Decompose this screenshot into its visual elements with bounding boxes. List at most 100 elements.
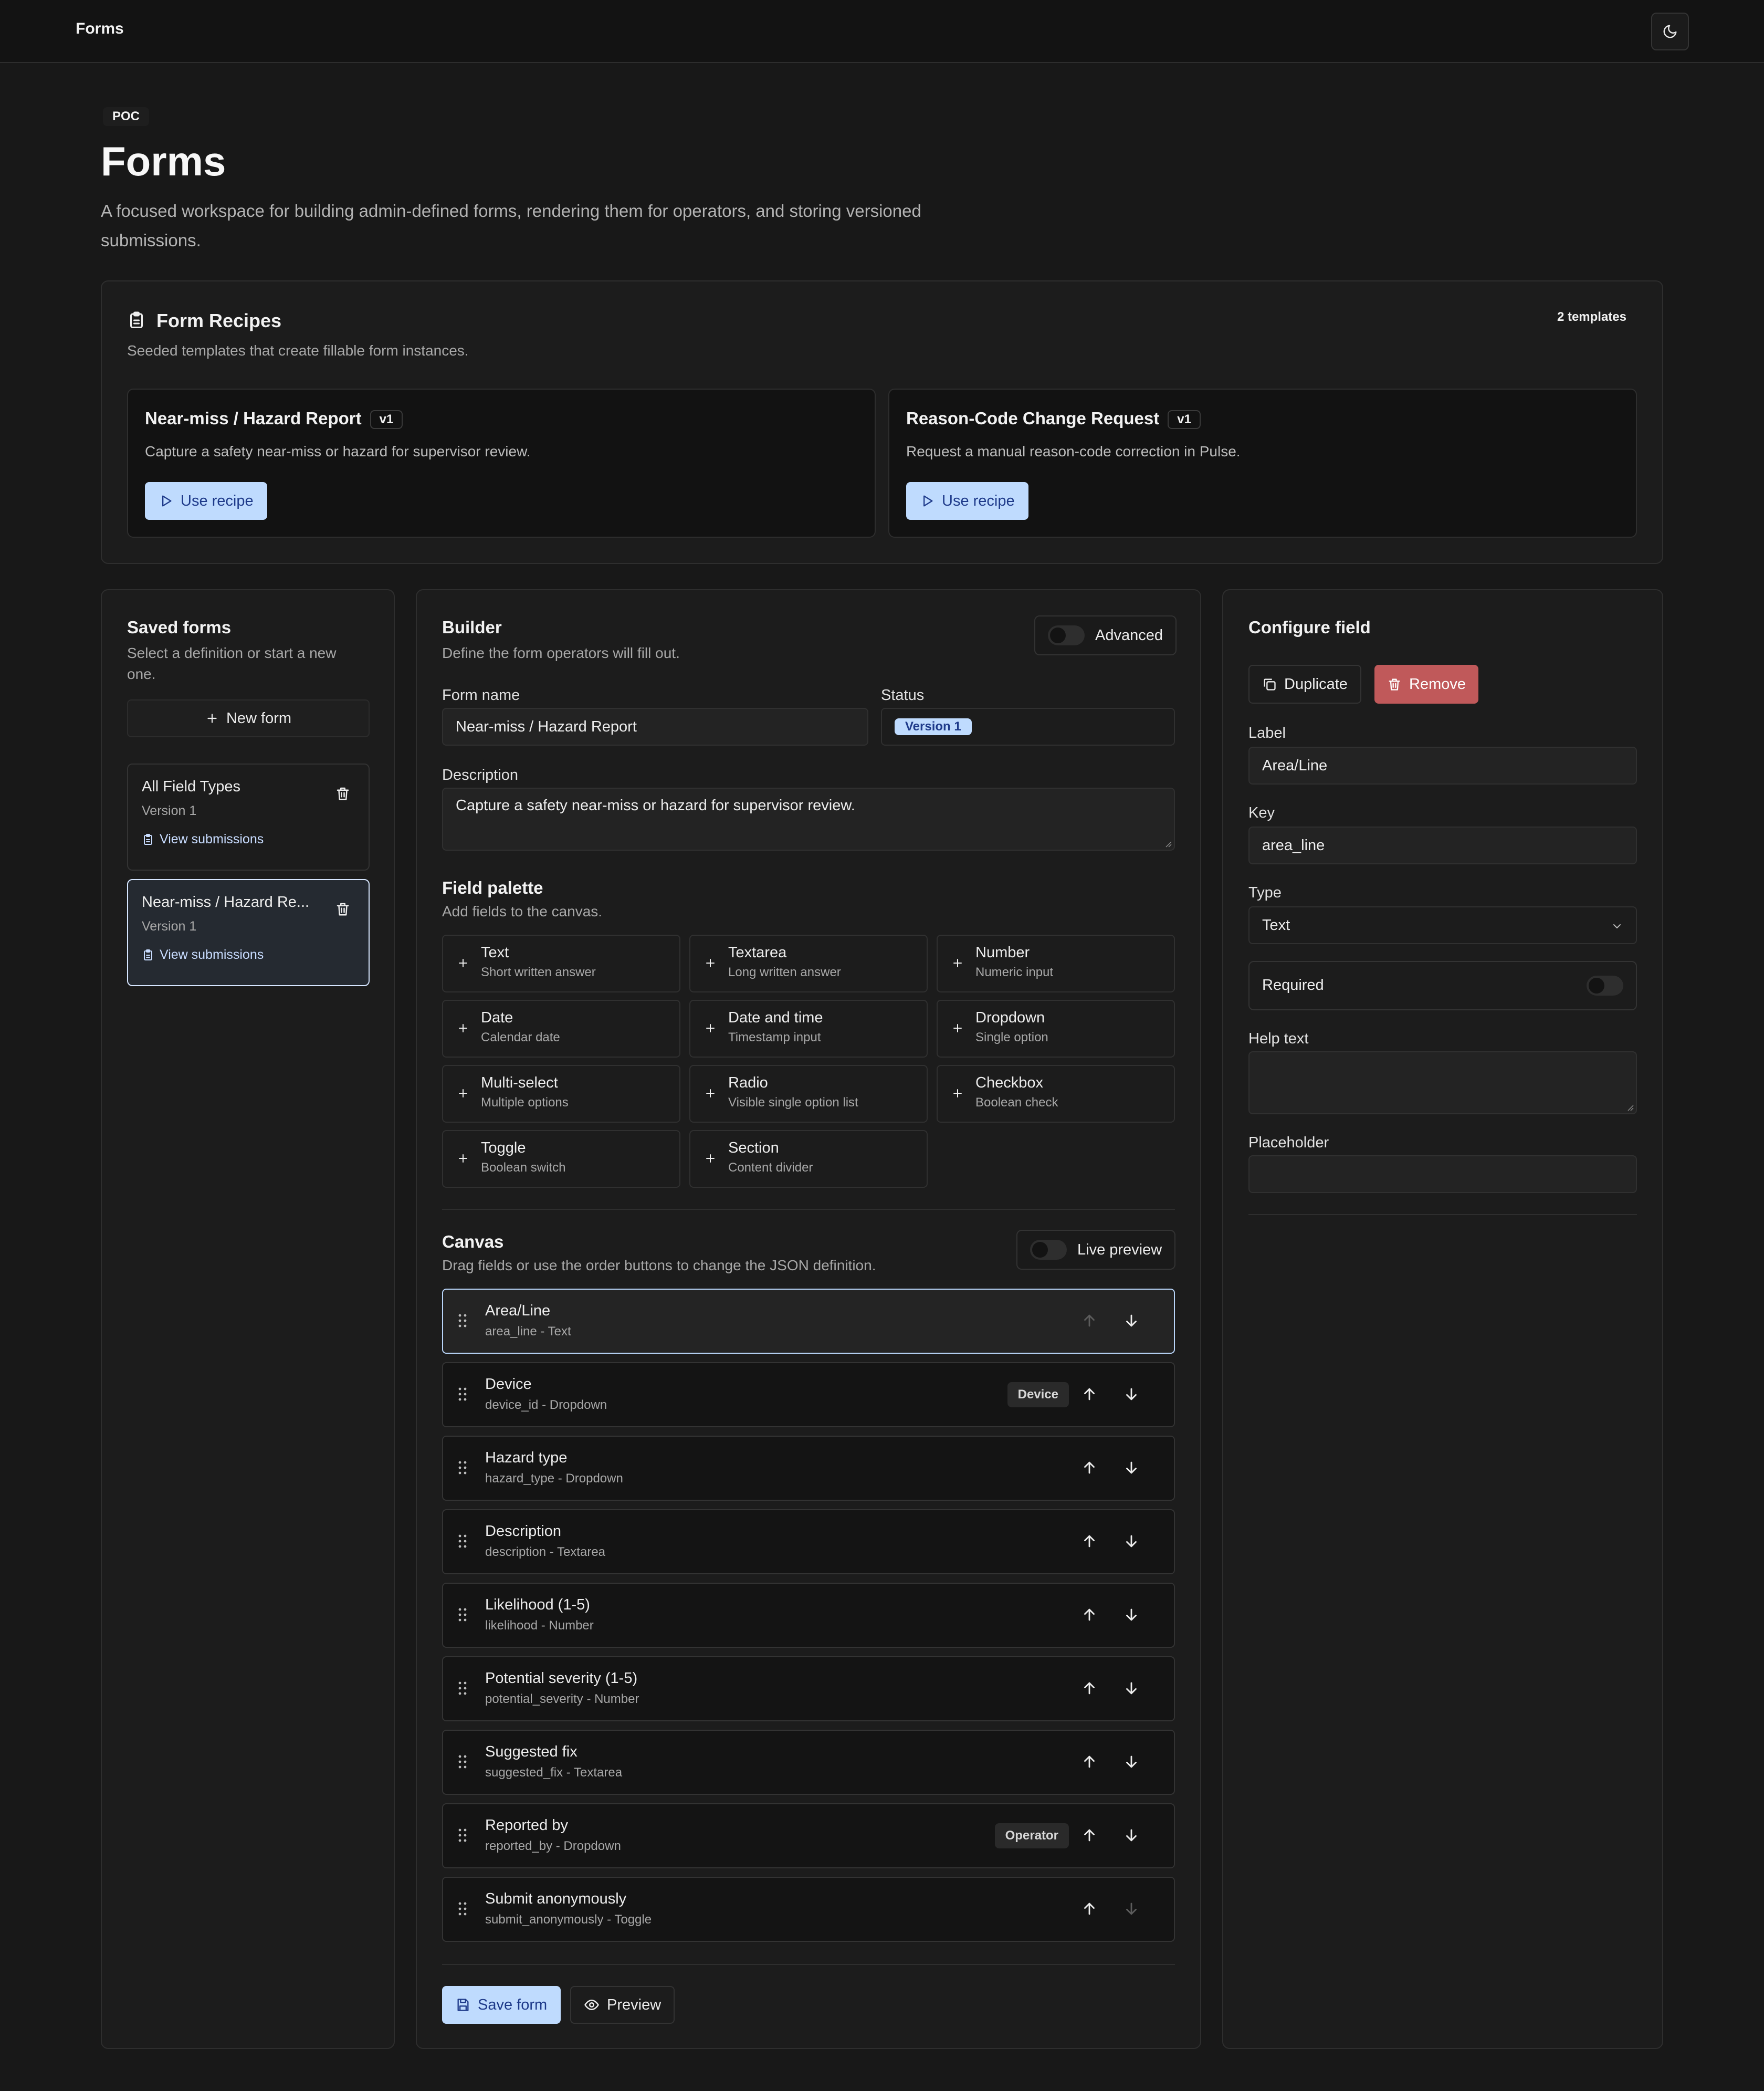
preview-button[interactable]: Preview (570, 1986, 675, 2024)
canvas-field-row[interactable]: Hazard type hazard_type - Dropdown (442, 1436, 1175, 1501)
new-form-button[interactable]: New form (127, 699, 370, 737)
required-toggle[interactable]: Required (1248, 961, 1637, 1010)
use-recipe-button[interactable]: Use recipe (906, 482, 1028, 520)
eye-icon (584, 1997, 600, 2013)
trash-icon (1387, 677, 1402, 692)
palette-item-dropdown[interactable]: Dropdown Single option (937, 1000, 1175, 1058)
move-down-icon[interactable] (1122, 1606, 1140, 1624)
move-down-icon[interactable] (1122, 1679, 1140, 1697)
form-name-input[interactable]: Near-miss / Hazard Report (442, 708, 868, 746)
move-up-icon[interactable] (1080, 1532, 1098, 1550)
palette-item-radio[interactable]: Radio Visible single option list (689, 1065, 928, 1123)
label-input[interactable]: Area/Line (1248, 747, 1637, 785)
move-up-icon[interactable] (1080, 1826, 1098, 1844)
palette-item-date[interactable]: Date Calendar date (442, 1000, 680, 1058)
status-field: Version 1 (881, 708, 1175, 746)
type-field-label: Type (1248, 884, 1282, 901)
palette-item-number[interactable]: Number Numeric input (937, 935, 1175, 992)
move-up-icon[interactable] (1080, 1679, 1098, 1697)
move-down-icon[interactable] (1122, 1459, 1140, 1477)
save-icon (456, 1998, 470, 2012)
description-textarea[interactable]: Capture a safety near-miss or hazard for… (442, 788, 1175, 851)
resize-handle-icon[interactable] (1163, 839, 1172, 848)
builder-subtitle: Define the form operators will fill out. (442, 645, 680, 661)
drag-handle-icon[interactable] (458, 1460, 467, 1476)
move-down-icon[interactable] (1122, 1826, 1140, 1844)
drag-handle-icon[interactable] (458, 1680, 467, 1696)
canvas-field-row[interactable]: Suggested fix suggested_fix - Textarea (442, 1730, 1175, 1795)
canvas-field-row[interactable]: Device device_id - Dropdown Device (442, 1362, 1175, 1427)
type-select[interactable]: Text (1248, 906, 1637, 944)
help-text-textarea[interactable] (1248, 1051, 1637, 1114)
delete-form-button[interactable] (335, 786, 351, 801)
palette-item-title: Number (975, 944, 1030, 961)
move-down-icon[interactable] (1122, 1900, 1140, 1918)
saved-form-item[interactable]: Near-miss / Hazard Re... Version 1 View … (127, 879, 370, 986)
duplicate-button[interactable]: Duplicate (1248, 665, 1361, 704)
canvas-field-row[interactable]: Potential severity (1-5) potential_severi… (442, 1656, 1175, 1721)
palette-item-date-and-time[interactable]: Date and time Timestamp input (689, 1000, 928, 1058)
palette-item-checkbox[interactable]: Checkbox Boolean check (937, 1065, 1175, 1123)
toggle-switch[interactable] (1587, 976, 1623, 996)
drag-handle-icon[interactable] (458, 1607, 467, 1623)
save-form-button[interactable]: Save form (442, 1986, 561, 2024)
move-up-icon[interactable] (1080, 1900, 1098, 1918)
drag-handle-icon[interactable] (458, 1386, 467, 1402)
advanced-toggle[interactable]: Advanced (1034, 615, 1177, 655)
live-preview-toggle[interactable]: Live preview (1016, 1230, 1176, 1270)
theme-toggle-button[interactable] (1651, 13, 1689, 50)
key-input[interactable]: area_line (1248, 827, 1637, 864)
palette-item-textarea[interactable]: Textarea Long written answer (689, 935, 928, 992)
move-up-icon[interactable] (1080, 1753, 1098, 1771)
move-up-icon[interactable] (1080, 1459, 1098, 1477)
saved-form-item[interactable]: All Field Types Version 1 View submissio… (127, 764, 370, 871)
saved-forms-title: Saved forms (127, 618, 232, 637)
plus-icon (704, 1087, 717, 1100)
palette-item-toggle[interactable]: Toggle Boolean switch (442, 1130, 680, 1188)
move-down-icon[interactable] (1122, 1312, 1140, 1330)
canvas-title: Canvas (442, 1232, 504, 1251)
divider (442, 1209, 1175, 1210)
drag-handle-icon[interactable] (458, 1827, 467, 1843)
palette-item-section[interactable]: Section Content divider (689, 1130, 928, 1188)
move-up-icon[interactable] (1080, 1606, 1098, 1624)
palette-item-text[interactable]: Text Short written answer (442, 935, 680, 992)
remove-button[interactable]: Remove (1374, 665, 1478, 704)
move-down-icon[interactable] (1122, 1532, 1140, 1550)
divider (442, 1964, 1175, 1965)
recipe-description: Request a manual reason-code correction … (906, 443, 1241, 459)
form-recipes-panel: Form Recipes Seeded templates that creat… (101, 280, 1663, 564)
clipboard-icon (127, 311, 146, 330)
move-up-icon[interactable] (1080, 1385, 1098, 1403)
move-down-icon[interactable] (1122, 1385, 1140, 1403)
canvas-field-row[interactable]: Reported by reported_by - Dropdown Operato… (442, 1803, 1175, 1868)
drag-handle-icon[interactable] (458, 1533, 467, 1549)
move-down-icon[interactable] (1122, 1753, 1140, 1771)
palette-item-title: Section (728, 1139, 779, 1156)
canvas-field-row[interactable]: Submit anonymously submit_anonymously - T… (442, 1877, 1175, 1942)
canvas-field-row[interactable]: Likelihood (1-5) likelihood - Number (442, 1583, 1175, 1648)
field-meta: potential_severity - Number (485, 1692, 639, 1706)
recipes-count: 2 templates (1557, 310, 1626, 324)
plus-icon (951, 1087, 964, 1100)
move-up-icon[interactable] (1080, 1312, 1098, 1330)
view-submissions-link[interactable]: View submissions (142, 947, 264, 963)
drag-handle-icon[interactable] (458, 1754, 467, 1770)
drag-handle-icon[interactable] (458, 1901, 467, 1917)
field-label: Potential severity (1-5) (485, 1670, 638, 1687)
toggle-switch (1030, 1240, 1067, 1260)
drag-handle-icon[interactable] (458, 1313, 467, 1329)
saved-forms-panel: Saved forms Select a definition or start… (101, 589, 395, 2049)
field-palette-title: Field palette (442, 878, 543, 897)
resize-handle-icon[interactable] (1625, 1103, 1634, 1111)
placeholder-input[interactable] (1248, 1155, 1637, 1193)
page-title: Forms (101, 138, 226, 184)
canvas-field-row[interactable]: Area/Line area_line - Text (442, 1289, 1175, 1354)
palette-item-multi-select[interactable]: Multi-select Multiple options (442, 1065, 680, 1123)
status-label: Status (881, 687, 925, 704)
palette-item-title: Radio (728, 1074, 768, 1091)
use-recipe-button[interactable]: Use recipe (145, 482, 267, 520)
delete-form-button[interactable] (335, 901, 351, 917)
view-submissions-link[interactable]: View submissions (142, 832, 264, 847)
canvas-field-row[interactable]: Description description - Textarea (442, 1509, 1175, 1574)
